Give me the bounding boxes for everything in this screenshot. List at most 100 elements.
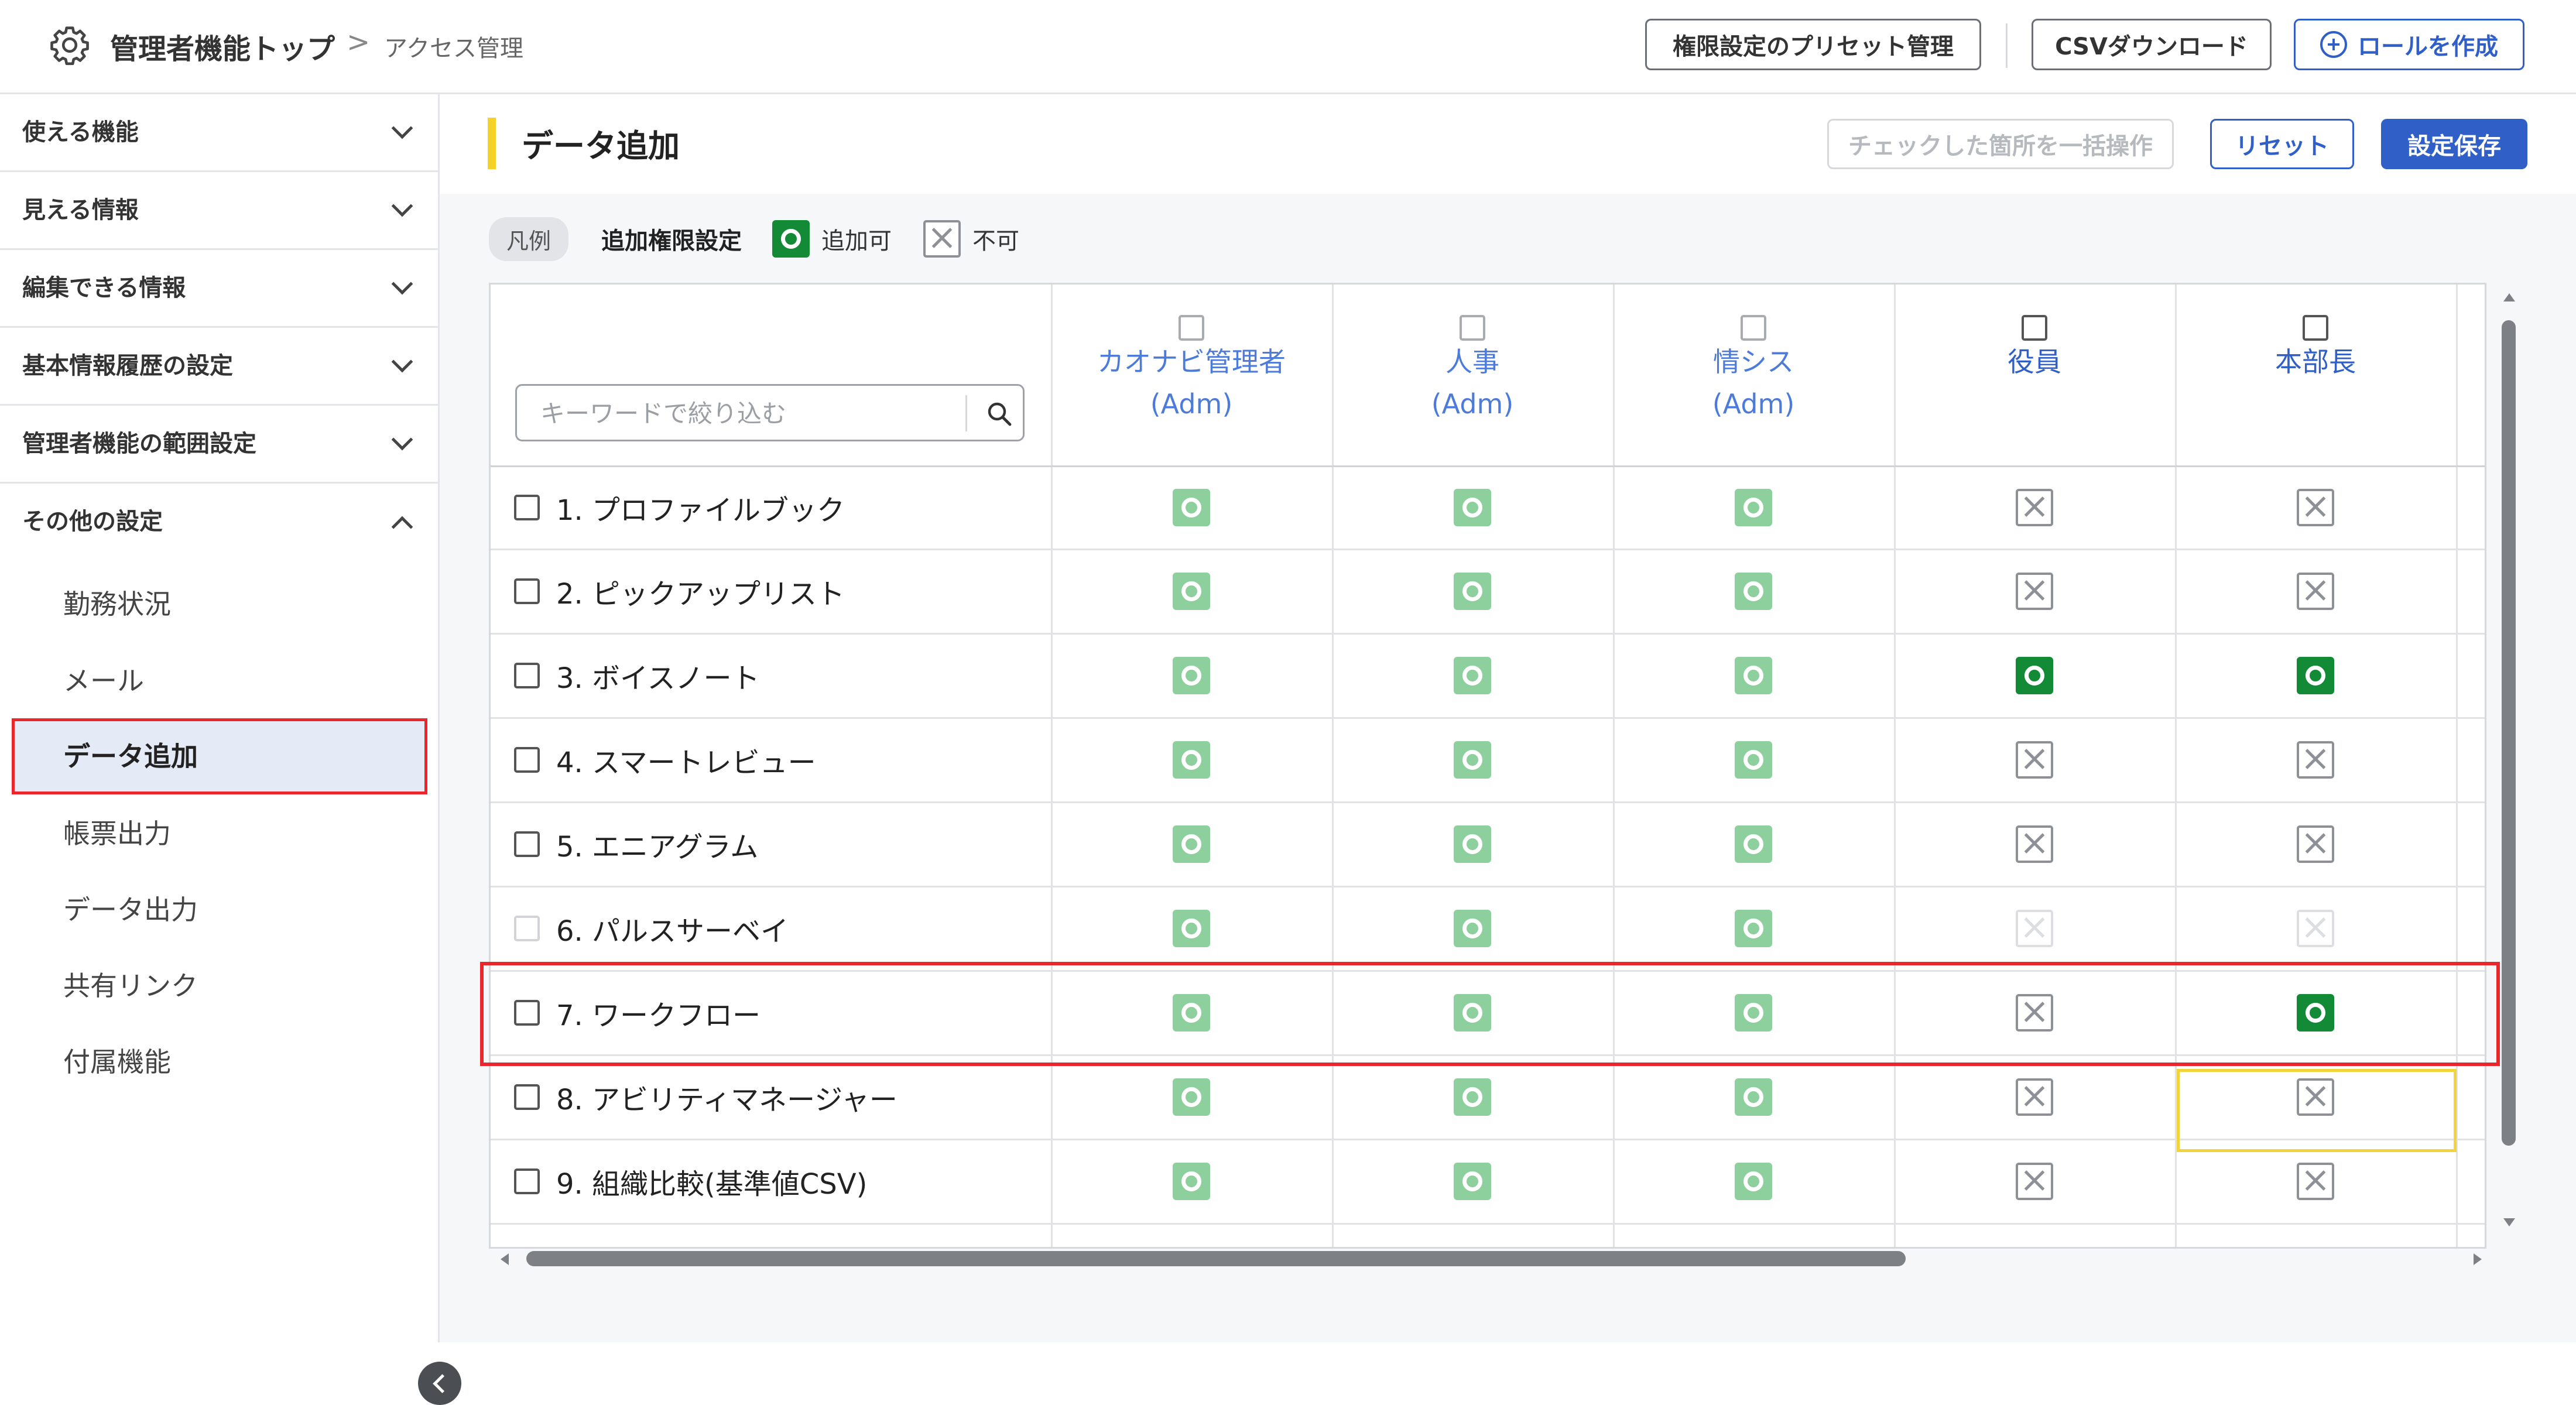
allowed-cell[interactable] (1454, 573, 1491, 610)
legend-label: 追加権限設定 (601, 228, 742, 255)
row-checkbox[interactable] (514, 578, 540, 604)
denied-cell[interactable] (2297, 1163, 2334, 1200)
allowed-cell-active[interactable] (2297, 657, 2334, 694)
sidebar-item-data-add[interactable]: データ追加 (12, 718, 427, 794)
column-checkbox[interactable] (2022, 315, 2047, 341)
allowed-cell[interactable] (1173, 741, 1210, 779)
denied-cell[interactable] (2016, 1163, 2053, 1200)
sidebar-section-history[interactable]: 基本情報履歴の設定 (0, 328, 438, 406)
save-settings-button[interactable]: 設定保存 (2381, 119, 2527, 169)
column-checkbox[interactable] (1741, 315, 1766, 341)
admin-top-link[interactable]: 管理者機能トップ (110, 26, 335, 67)
allowed-cell[interactable] (1173, 910, 1210, 947)
denied-cell[interactable] (2297, 573, 2334, 610)
column-checkbox[interactable] (1179, 315, 1204, 341)
legend-allowed-text: 追加可 (821, 228, 892, 255)
denied-cell[interactable] (2016, 573, 2053, 610)
keyword-search-input[interactable] (539, 396, 951, 430)
allowed-cell[interactable] (1454, 741, 1491, 779)
keyword-filter (515, 384, 1025, 441)
allowed-cell-active[interactable] (2016, 657, 2053, 694)
column-divider (1051, 285, 1053, 1247)
row-checkbox[interactable] (514, 495, 540, 520)
denied-cell[interactable] (2016, 489, 2053, 526)
denied-cell[interactable] (2297, 825, 2334, 863)
sidebar-section-other[interactable]: その他の設定 (0, 484, 438, 561)
column-checkbox[interactable] (1460, 315, 1485, 341)
sidebar-item-form-output[interactable]: 帳票出力 (12, 796, 427, 872)
allowed-cell[interactable] (1735, 741, 1772, 779)
allowed-cell[interactable] (1454, 489, 1491, 526)
table-row-label: 5. エニアグラム (514, 803, 758, 885)
allowed-cell[interactable] (1454, 825, 1491, 863)
header-divider (2006, 23, 2008, 68)
sidebar-section-admin-scope[interactable]: 管理者機能の範囲設定 (0, 406, 438, 484)
sidebar: 使える機能 見える情報 編集できる情報 基本情報履歴の設定 管理者機能の範囲設定… (0, 94, 461, 1405)
denied-cell[interactable] (2016, 825, 2053, 863)
vertical-scrollbar[interactable] (2502, 320, 2516, 1146)
allowed-cell[interactable] (1173, 825, 1210, 863)
allowed-cell[interactable] (1735, 1078, 1772, 1116)
create-role-button[interactable]: ロールを作成 (2294, 19, 2524, 70)
allowed-cell[interactable] (1735, 489, 1772, 526)
allowed-cell[interactable] (1735, 910, 1772, 947)
sidebar-item-data-output[interactable]: データ出力 (12, 872, 427, 948)
allowed-cell[interactable] (1173, 489, 1210, 526)
denied-cell[interactable] (2297, 489, 2334, 526)
page-title: データ追加 (522, 128, 680, 165)
reset-button[interactable]: リセット (2210, 119, 2354, 169)
sidebar-collapse-button[interactable] (418, 1362, 461, 1405)
allowed-cell[interactable] (1173, 657, 1210, 694)
sidebar-section-editable-info[interactable]: 編集できる情報 (0, 250, 438, 328)
row-checkbox[interactable] (514, 831, 540, 857)
row-name: 3. ボイスノート (556, 662, 760, 695)
scroll-left-arrow[interactable] (501, 1253, 509, 1265)
sidebar-item-shared-link[interactable]: 共有リンク (12, 948, 427, 1024)
horizontal-scrollbar[interactable] (526, 1251, 1906, 1266)
allowed-cell[interactable] (1735, 825, 1772, 863)
column-checkbox[interactable] (2303, 315, 2328, 341)
row-checkbox[interactable] (514, 663, 540, 688)
column-divider (1894, 285, 1896, 1247)
allowed-cell[interactable] (1454, 1163, 1491, 1200)
sidebar-section-features[interactable]: 使える機能 (0, 94, 438, 172)
chevron-down-icon (391, 351, 413, 373)
allowed-cell[interactable] (1735, 573, 1772, 610)
table-row-label: 1. プロファイルブック (514, 467, 845, 549)
denied-cell[interactable] (2016, 1078, 2053, 1116)
allowed-cell[interactable] (1454, 910, 1491, 947)
gear-icon[interactable] (48, 23, 91, 67)
sidebar-section-label: 使える機能 (22, 119, 139, 146)
allowed-cell[interactable] (1735, 657, 1772, 694)
allowed-cell[interactable] (1173, 1163, 1210, 1200)
chevron-down-icon (391, 195, 413, 217)
chevron-left-icon (432, 1373, 452, 1393)
sidebar-item-attendance[interactable]: 勤務状況 (12, 566, 427, 642)
denied-icon (923, 220, 961, 258)
denied-cell[interactable] (2016, 741, 2053, 779)
denied-cell[interactable] (2297, 1078, 2334, 1116)
search-icon[interactable] (985, 400, 1013, 428)
allowed-cell[interactable] (1454, 657, 1491, 694)
row-checkbox[interactable] (514, 747, 540, 773)
allowed-cell[interactable] (1173, 1078, 1210, 1116)
scroll-right-arrow[interactable] (2474, 1253, 2482, 1265)
denied-cell[interactable] (2297, 741, 2334, 779)
bulk-operation-button[interactable]: チェックした箇所を一括操作 (1827, 119, 2174, 169)
allowed-cell[interactable] (1735, 1163, 1772, 1200)
csv-download-button[interactable]: CSVダウンロード (2032, 19, 2272, 70)
legend: 凡例 追加権限設定 追加可 不可 (489, 217, 1051, 261)
preset-management-button[interactable]: 権限設定のプリセット管理 (1645, 19, 1981, 70)
sidebar-item-addons[interactable]: 付属機能 (12, 1024, 427, 1100)
scroll-down-arrow[interactable] (2503, 1218, 2515, 1226)
top-header: 管理者機能トップ > アクセス管理 権限設定のプリセット管理 CSVダウンロード… (0, 0, 2576, 94)
sidebar-section-visible-info[interactable]: 見える情報 (0, 172, 438, 250)
allowed-cell[interactable] (1173, 573, 1210, 610)
scroll-up-arrow[interactable] (2503, 293, 2515, 301)
sidebar-item-mail[interactable]: メール (12, 643, 427, 719)
legend-pill: 凡例 (489, 217, 569, 261)
column-header-division-head: 本部長 (2175, 315, 2456, 383)
row-checkbox[interactable] (514, 1168, 540, 1194)
row-checkbox[interactable] (514, 1084, 540, 1110)
allowed-cell[interactable] (1454, 1078, 1491, 1116)
